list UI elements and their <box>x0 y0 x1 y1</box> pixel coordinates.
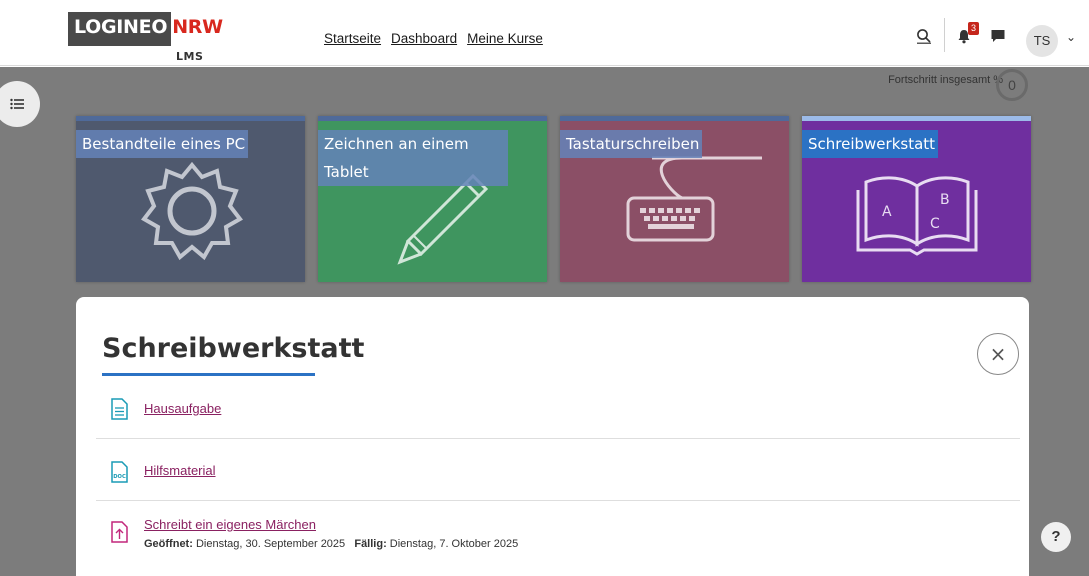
opened-label: Geöffnet: <box>144 538 193 550</box>
tile-schreibwerkstatt[interactable]: A B C Schreibwerkstatt <box>802 116 1031 282</box>
activity-link[interactable]: Hilfsmaterial <box>144 463 216 478</box>
svg-text:A: A <box>882 204 892 220</box>
svg-text:C: C <box>930 216 940 232</box>
help-button[interactable]: ? <box>1041 522 1071 552</box>
close-section-button[interactable]: × <box>977 333 1019 375</box>
page-icon <box>111 398 128 420</box>
primary-navigation: Startseite Dashboard Meine Kurse <box>324 31 543 46</box>
activity-link[interactable]: Hausaufgabe <box>144 401 221 416</box>
course-content-area: Fortschritt insgesamt % 0 Bestandteile e… <box>0 67 1089 576</box>
tile-top-bar <box>318 116 547 121</box>
user-menu-chevron-icon[interactable]: ⌄ <box>1066 30 1076 44</box>
logineo-nrw-logo[interactable]: LOGINEO NRW LMS <box>68 12 240 63</box>
logo-text-logineo: LOGINEO <box>68 12 172 46</box>
overall-progress-label: Fortschritt insgesamt % <box>888 74 1003 86</box>
section-title: Schreibwerkstatt <box>102 333 365 364</box>
tile-bestandteile-eines-pc[interactable]: Bestandteile eines PC <box>76 116 305 282</box>
logo-subtitle: LMS <box>176 50 204 63</box>
tile-top-bar <box>802 116 1031 121</box>
book-icon: A B C <box>856 176 978 256</box>
messages-icon[interactable] <box>990 28 1006 44</box>
doc-file-icon: DOC <box>111 461 128 483</box>
notification-count-badge: 3 <box>968 22 979 35</box>
user-avatar[interactable]: TS <box>1026 25 1058 57</box>
activity-link[interactable]: Schreibt ein eigenes Märchen <box>144 517 316 532</box>
tile-title: Bestandteile eines PC <box>76 130 249 158</box>
nav-meine-kurse[interactable]: Meine Kurse <box>467 31 543 46</box>
activity-row-hilfsmaterial: DOC Hilfsmaterial <box>96 439 1020 501</box>
tile-title: Zeichnen an einem Tablet <box>318 130 508 186</box>
tile-zeichnen-an-einem-tablet[interactable]: Zeichnen an einem Tablet <box>318 116 547 282</box>
nav-dashboard[interactable]: Dashboard <box>391 31 457 46</box>
search-icon[interactable] <box>916 28 932 44</box>
course-index-toggle[interactable] <box>0 81 40 127</box>
section-modal: Schreibwerkstatt × Hausaufgabe DOC Hilfs… <box>76 297 1029 576</box>
activity-row-maerchen: Schreibt ein eigenes Märchen Geöffnet: D… <box>96 501 1020 571</box>
due-label: Fällig: <box>354 538 387 550</box>
title-underline <box>102 373 315 376</box>
assignment-upload-icon <box>111 521 128 543</box>
header-divider <box>944 18 945 52</box>
due-date: Dienstag, 7. Oktober 2025 <box>389 538 519 550</box>
tile-tastaturschreiben[interactable]: Tastaturschreiben <box>560 116 789 282</box>
gear-icon <box>141 161 243 261</box>
svg-text:B: B <box>940 192 950 208</box>
logo-text-nrw: NRW <box>171 12 223 46</box>
activity-dates: Geöffnet: Dienstag, 30. September 2025 F… <box>144 538 518 550</box>
list-icon <box>10 98 24 110</box>
nav-startseite[interactable]: Startseite <box>324 31 381 46</box>
activity-row-hausaufgabe: Hausaufgabe <box>96 391 1020 439</box>
opened-date: Dienstag, 30. September 2025 <box>195 538 346 550</box>
top-navbar: LOGINEO NRW LMS Startseite Dashboard Mei… <box>0 0 1089 66</box>
keyboard-icon <box>626 156 762 242</box>
tile-top-bar <box>560 116 789 121</box>
overall-progress-ring: 0 <box>996 69 1028 101</box>
doc-icon-text: DOC <box>113 474 126 480</box>
tile-title: Schreibwerkstatt <box>802 130 939 158</box>
tile-top-bar <box>76 116 305 121</box>
tile-title: Tastaturschreiben <box>560 130 703 158</box>
